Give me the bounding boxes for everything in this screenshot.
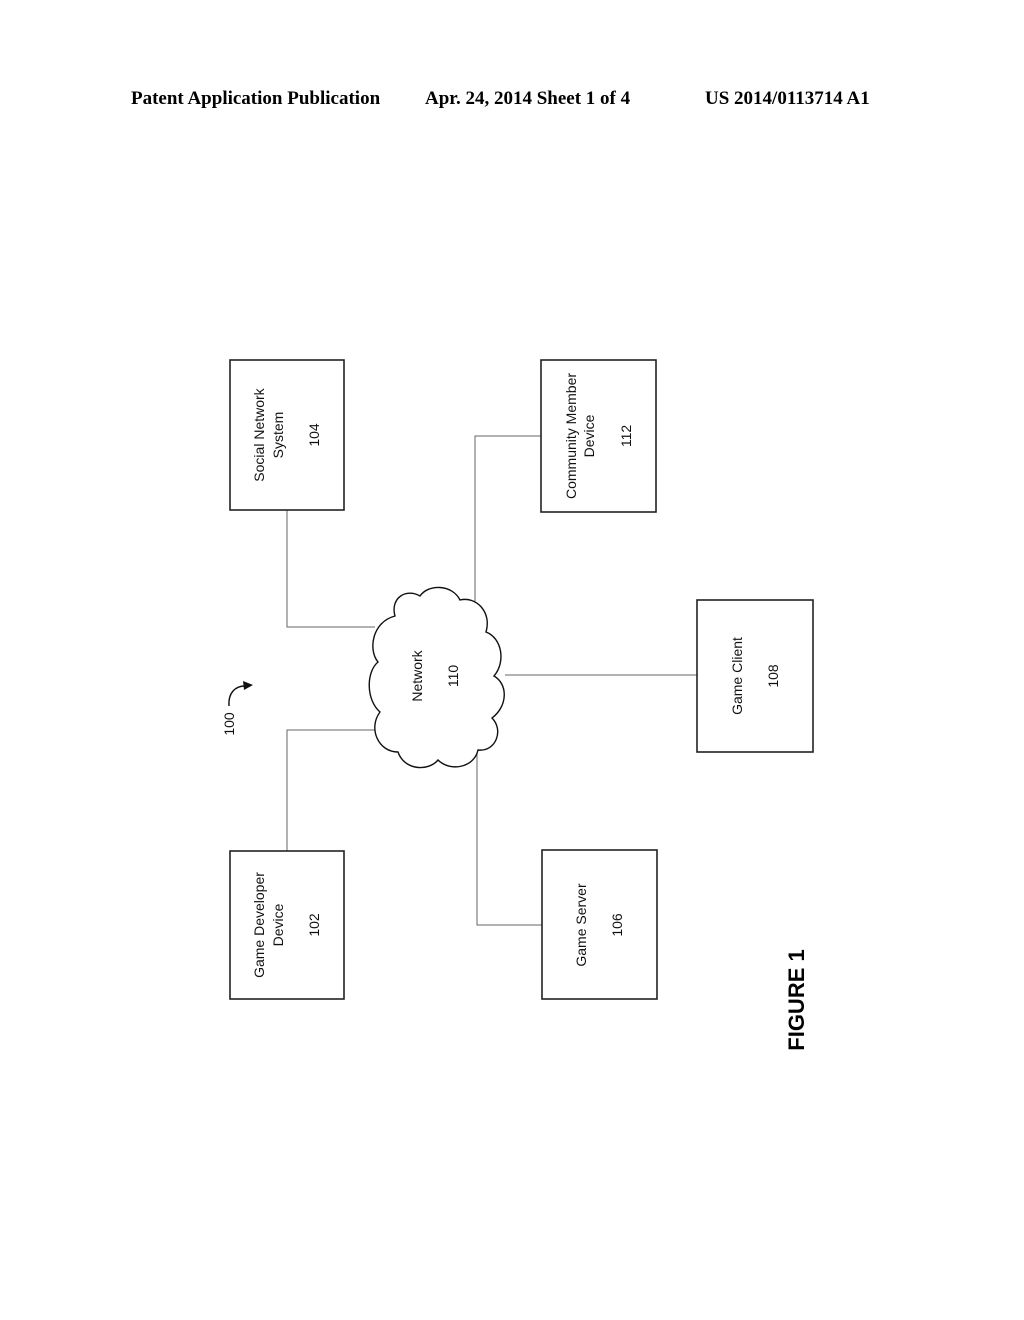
node-game-server: Game Server 106 xyxy=(541,849,658,1000)
network-diagram: Network 110 Social Network System 104 Co… xyxy=(221,359,814,1051)
node-box xyxy=(541,849,658,1000)
node-label-line1: Game Client xyxy=(729,637,745,715)
cloud-shape xyxy=(368,586,505,769)
node-ref: 108 xyxy=(765,664,781,688)
node-label-line2: Device xyxy=(270,903,286,946)
network-ref: 110 xyxy=(445,665,461,688)
system-ref-label: 100 xyxy=(221,712,237,736)
connector-social-network xyxy=(286,510,375,628)
network-label: Network xyxy=(409,649,425,701)
arrowhead-icon xyxy=(243,681,253,690)
figure-label: FIGURE 1 xyxy=(784,949,809,1050)
node-ref: 106 xyxy=(609,913,625,937)
node-label-line1: Game Developer xyxy=(251,872,267,978)
node-box xyxy=(229,359,345,511)
node-ref: 112 xyxy=(618,425,634,448)
connector-game-server xyxy=(476,748,542,926)
node-label-line1: Game Server xyxy=(573,883,589,967)
curved-arrow-icon xyxy=(228,685,246,707)
connector-game-developer xyxy=(286,729,388,851)
connector-community-member xyxy=(474,435,541,602)
node-game-client: Game Client 108 xyxy=(696,599,814,753)
node-label-line2: System xyxy=(270,412,286,459)
network-cloud: Network 110 xyxy=(368,586,505,769)
node-box xyxy=(229,850,345,1000)
node-label-line1: Social Network xyxy=(251,387,267,481)
node-ref: 102 xyxy=(306,913,322,937)
node-ref: 104 xyxy=(306,423,322,447)
node-social-network-system: Social Network System 104 xyxy=(229,359,345,511)
node-community-member-device: Community Member Device 112 xyxy=(540,359,657,513)
node-game-developer-device: Game Developer Device 102 xyxy=(229,850,345,1000)
node-label-line2: Device xyxy=(581,414,597,457)
system-reference: 100 xyxy=(221,681,253,736)
node-label-line1: Community Member xyxy=(563,373,579,499)
node-box xyxy=(696,599,814,753)
node-box xyxy=(540,359,657,513)
